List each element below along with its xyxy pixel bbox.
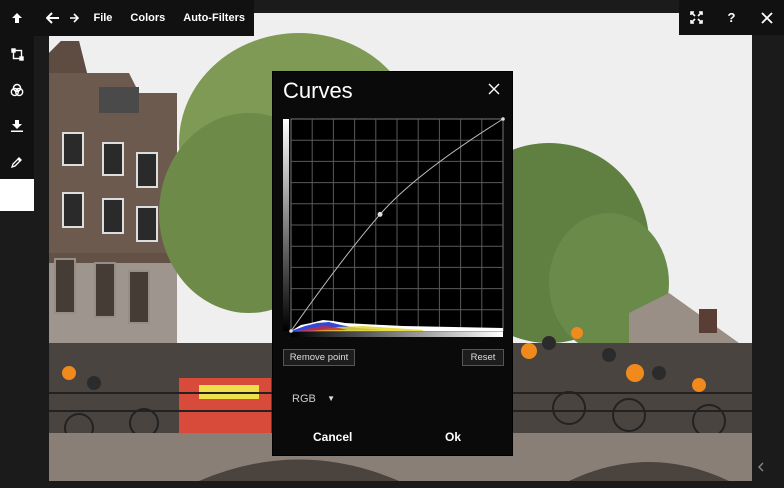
- undo-icon[interactable]: [42, 0, 63, 36]
- remove-point-button[interactable]: Remove point: [283, 349, 355, 366]
- resize-handle-icon[interactable]: [755, 460, 767, 472]
- output-gradient: [283, 119, 289, 331]
- redo-icon[interactable]: [63, 0, 84, 36]
- left-sidebar: [0, 0, 34, 180]
- input-gradient: [291, 331, 503, 337]
- dialog-title: Curves: [283, 78, 353, 103]
- colors-menu[interactable]: Colors: [121, 0, 174, 36]
- eyedropper-icon[interactable]: [0, 144, 34, 180]
- ok-button[interactable]: Ok: [445, 428, 461, 446]
- reset-button[interactable]: Reset: [462, 349, 504, 366]
- download-icon[interactable]: [0, 108, 34, 144]
- curve-graph[interactable]: [283, 117, 505, 339]
- color-swatch[interactable]: [0, 179, 34, 211]
- close-icon[interactable]: [752, 0, 782, 35]
- curves-dialog: Curves Remove point Reset RGB ▼ Cancel O…: [272, 71, 513, 456]
- file-menu[interactable]: File: [84, 0, 121, 36]
- curve-control-point[interactable]: [501, 117, 505, 121]
- channel-select-value: RGB: [292, 393, 316, 405]
- color-circles-icon[interactable]: [0, 72, 34, 108]
- curve-control-point[interactable]: [377, 211, 383, 217]
- window-controls: ?: [679, 0, 784, 35]
- dialog-close-icon[interactable]: [488, 82, 502, 96]
- upload-icon[interactable]: [0, 0, 34, 36]
- top-toolbar: File Colors Auto-Filters: [34, 0, 254, 36]
- help-button[interactable]: ?: [717, 0, 747, 35]
- chevron-down-icon: ▼: [327, 394, 335, 403]
- auto-filters-menu[interactable]: Auto-Filters: [174, 0, 254, 36]
- channel-select[interactable]: RGB ▼: [283, 389, 339, 409]
- fullscreen-icon[interactable]: [682, 0, 712, 35]
- cancel-button[interactable]: Cancel: [313, 428, 352, 446]
- curve-control-point[interactable]: [289, 329, 293, 333]
- crop-icon[interactable]: [0, 36, 34, 72]
